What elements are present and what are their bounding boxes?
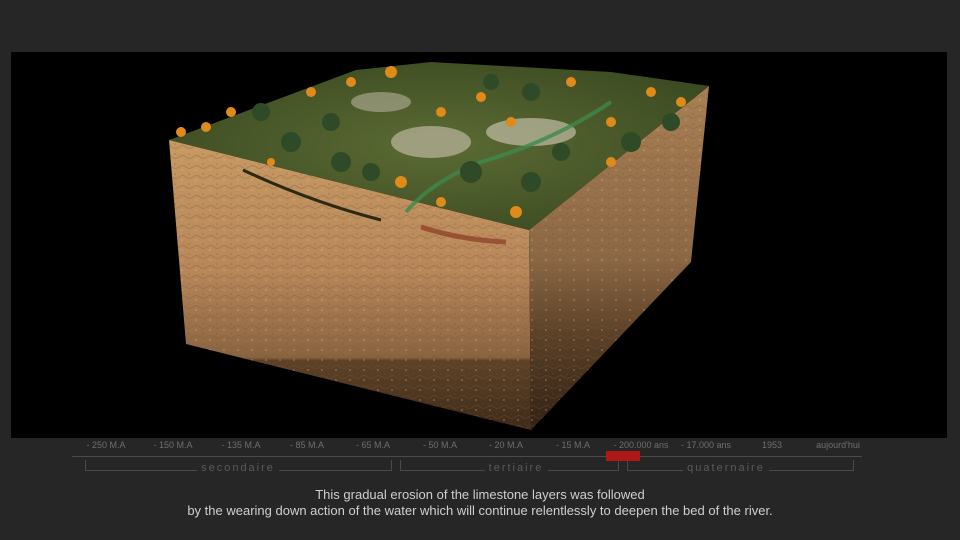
era-label-quaternaire: quaternaire [683, 462, 769, 474]
timeline-tick[interactable]: - 15 M.A [556, 440, 590, 450]
subtitle-line-1: This gradual erosion of the limestone la… [315, 487, 645, 502]
timeline-tick[interactable]: - 17.000 ans [681, 440, 731, 450]
timeline-track[interactable] [72, 456, 862, 457]
subtitle: This gradual erosion of the limestone la… [0, 487, 960, 519]
timeline-tick[interactable]: - 65 M.A [356, 440, 390, 450]
video-viewport[interactable] [11, 52, 947, 438]
subtitle-line-2: by the wearing down action of the water … [187, 503, 773, 518]
timeline-tick[interactable]: aujourd'hui [816, 440, 860, 450]
timeline-tick[interactable]: - 85 M.A [290, 440, 324, 450]
timeline-track-end [844, 456, 862, 457]
timeline-tick[interactable]: 1953 [762, 440, 782, 450]
timeline[interactable]: - 250 M.A - 150 M.A - 135 M.A - 85 M.A -… [72, 440, 872, 476]
timeline-tick[interactable]: - 20 M.A [489, 440, 523, 450]
timeline-tick[interactable]: - 150 M.A [153, 440, 192, 450]
timeline-tick[interactable]: - 250 M.A [86, 440, 125, 450]
timeline-tick[interactable]: - 50 M.A [423, 440, 457, 450]
terrain-block-illustration [169, 62, 709, 430]
era-label-secondaire: secondaire [197, 462, 279, 474]
timeline-tick[interactable]: - 200.000 ans [613, 440, 668, 450]
timeline-tick[interactable]: - 135 M.A [221, 440, 260, 450]
era-label-tertiaire: tertiaire [484, 462, 548, 474]
